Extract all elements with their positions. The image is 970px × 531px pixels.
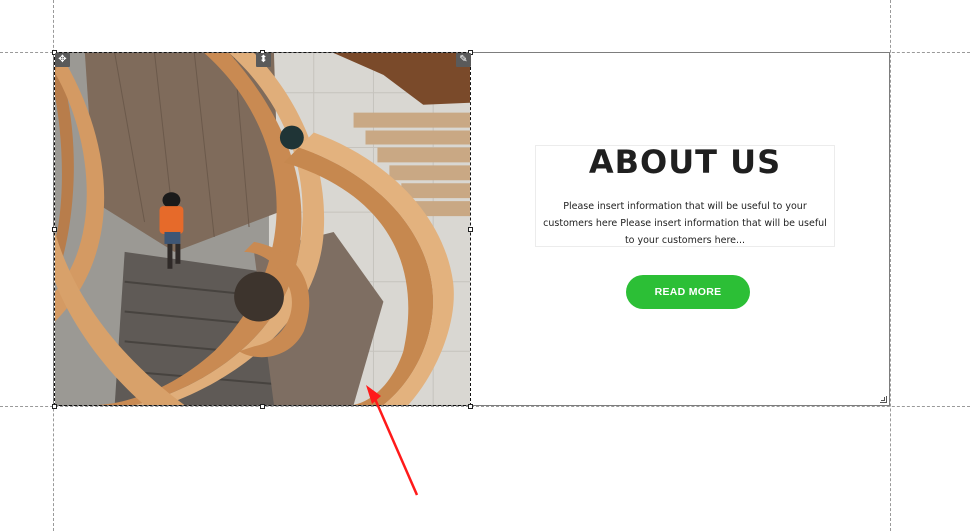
about-title: ABOUT US	[588, 143, 782, 181]
move-icon[interactable]: ✥	[55, 53, 70, 67]
resize-handle-bottom-left[interactable]	[52, 404, 57, 409]
resize-handle-bottom-middle[interactable]	[260, 404, 265, 409]
about-text-box[interactable]: ABOUT US Please insert information that …	[535, 145, 835, 247]
bottom-guide-line	[0, 406, 970, 407]
resize-handle-bottom-right[interactable]	[468, 404, 473, 409]
staircase-image[interactable]	[54, 52, 471, 406]
read-more-button[interactable]: READ MORE	[626, 275, 750, 309]
about-description: Please insert information that will be u…	[543, 201, 827, 246]
arrange-icon[interactable]: ⬍	[256, 53, 271, 67]
resize-handle-middle-right[interactable]	[468, 227, 473, 232]
section-resize-handle[interactable]	[880, 396, 887, 403]
right-guide-line	[890, 0, 891, 531]
edit-icon[interactable]: ✎	[456, 53, 471, 67]
resize-handle-middle-left[interactable]	[52, 227, 57, 232]
